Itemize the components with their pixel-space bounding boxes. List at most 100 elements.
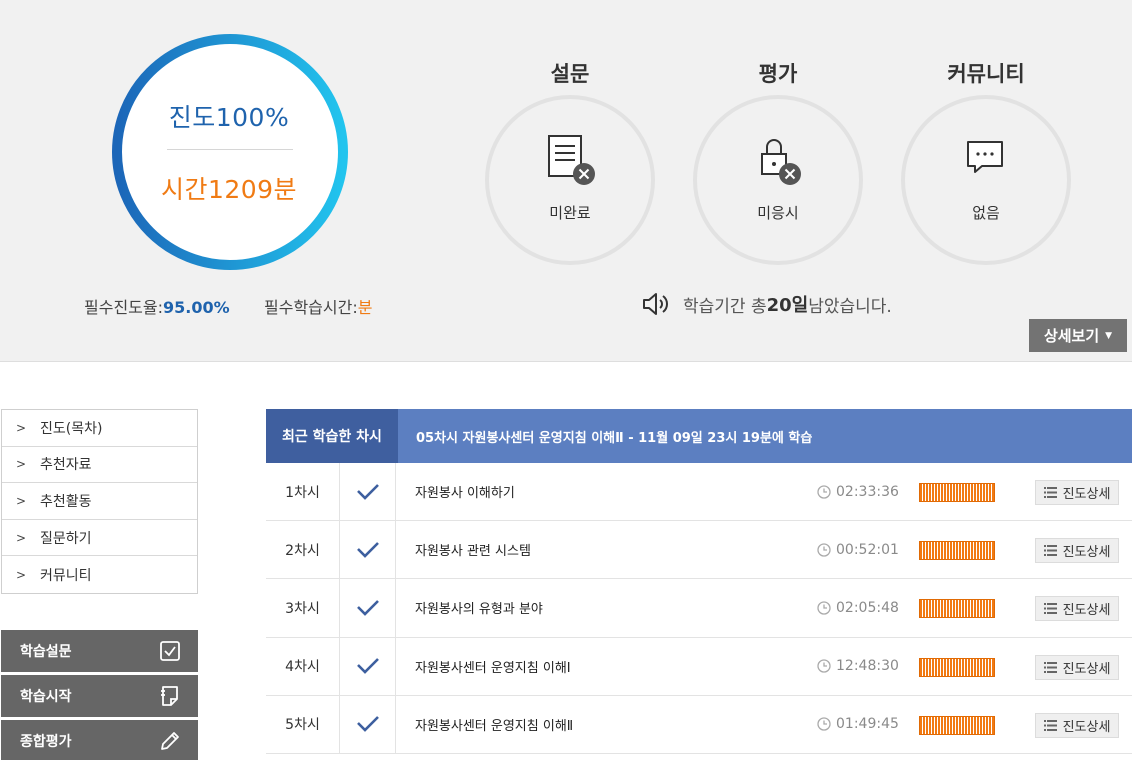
chevron-right-icon: > [16,530,27,545]
lesson-time-value: 02:05:48 [836,599,899,616]
lesson-time-value: 02:33:36 [836,483,899,500]
lesson-progress-bar [919,599,995,619]
progress-detail-label: 진도상세 [1062,603,1111,619]
comprehensive-evaluation-label: 종합평가 [20,734,72,750]
list-icon [1043,661,1057,673]
lesson-title[interactable]: 자원봉사 관련 시스템 [415,521,531,578]
lesson-title[interactable]: 자원봉사 이해하기 [415,463,515,520]
lesson-time-value: 00:52:01 [836,541,899,558]
detail-view-button[interactable]: 상세보기 ▼ [1029,319,1127,352]
study-start-button[interactable]: 학습시작 [1,675,198,717]
side-menu-label: 추천자료 [40,457,92,474]
recent-lesson-bar: 최근 학습한 차시 05차시 자원봉사센터 운영지침 이해Ⅱ - 11월 09일… [266,409,1132,463]
period-days: 20일 [766,295,809,316]
lesson-time: 00:52:01 [817,521,899,578]
completed-check-icon [340,463,396,521]
period-prefix: 학습기간 총 [683,296,767,317]
survey-title: 설문 [550,62,590,86]
required-progress-label: 필수진도율: [84,298,163,317]
completed-check-icon [340,637,396,695]
lesson-number: 4차시 [266,637,340,695]
side-menu-label: 추천활동 [40,493,92,510]
survey-icon [548,135,595,185]
evaluation-status-label: 미응시 [757,204,799,222]
lesson-time: 01:49:45 [817,696,899,753]
clock-icon [817,659,831,673]
note-icon [161,686,178,706]
comprehensive-evaluation-button[interactable]: 종합평가 [1,720,198,760]
evaluation-title: 평가 [758,62,798,86]
community-status-label: 없음 [972,204,1000,222]
side-menu-label: 커뮤니티 [40,567,92,584]
required-progress: 필수진도율:95.00% [84,294,230,318]
progress-detail-button[interactable]: 진도상세 [1035,596,1119,622]
lesson-time: 02:05:48 [817,579,899,636]
progress-detail-label: 진도상세 [1062,545,1111,561]
list-icon [1043,487,1057,498]
detail-view-label: 상세보기 [1043,327,1100,345]
lesson-row: 2차시 자원봉사 관련 시스템 00:52:01 진도상세 [266,521,1132,580]
caret-down-icon: ▼ [1105,330,1113,341]
side-menu: > 진도(목차) > 추천자료 > 추천활동 > 질문하기 > 커뮤니티 [1,409,198,594]
lesson-progress-bar [919,483,995,502]
pencil-icon [161,732,179,750]
side-menu-item-recommended-materials[interactable]: > 추천자료 [2,447,197,484]
lesson-title[interactable]: 자원봉사센터 운영지침 이해Ⅰ [415,638,571,695]
progress-detail-button[interactable]: 진도상세 [1035,480,1119,505]
study-survey-button[interactable]: 학습설문 [1,630,198,672]
lesson-progress-bar [919,657,995,677]
required-time-value: 분 [357,298,373,317]
ring-divider [167,149,293,150]
side-menu-label: 질문하기 [40,530,92,547]
study-start-label: 학습시작 [20,689,72,705]
lesson-time-value: 12:48:30 [836,658,899,675]
speaker-icon [643,293,668,315]
lesson-row: 5차시 자원봉사센터 운영지침 이해Ⅱ 01:49:45 진도상세 [266,695,1132,754]
lesson-row: 1차시 자원봉사 이해하기 02:33:36 진도상세 [266,463,1132,522]
required-progress-value: 95.00% [163,298,230,317]
chevron-right-icon: > [16,457,27,472]
lesson-row: 3차시 자원봉사의 유형과 분야 02:05:48 진도상세 [266,579,1132,638]
lesson-progress-bar [919,541,995,561]
progress-detail-label: 진도상세 [1062,661,1111,677]
lesson-progress-bar [919,715,995,735]
lesson-time-value: 01:49:45 [836,716,899,733]
time-text: 시간1209분 [160,175,298,204]
side-menu-item-progress[interactable]: > 진도(목차) [2,410,197,447]
list-icon [1043,603,1057,615]
lesson-time: 12:48:30 [817,638,899,695]
side-menu-item-recommended-activities[interactable]: > 추천활동 [2,483,197,520]
clock-icon [817,484,831,499]
side-menu-label: 진도(목차) [40,420,103,437]
progress-detail-button[interactable]: 진도상세 [1035,654,1119,680]
checkbox-icon [160,641,180,661]
study-period: 학습기간 총 20일 남았습니다. [641,290,892,318]
list-icon [1043,719,1057,731]
lesson-number: 5차시 [266,695,340,753]
clock-icon [817,543,831,557]
lesson-number: 2차시 [266,521,340,579]
recent-lesson-link[interactable]: 05차시 자원봉사센터 운영지침 이해Ⅱ - 11월 09일 23시 19분에 … [398,409,812,463]
completed-check-icon [340,695,396,753]
lesson-title[interactable]: 자원봉사센터 운영지침 이해Ⅱ [415,696,573,753]
chevron-right-icon: > [16,493,27,508]
lesson-number: 3차시 [266,579,340,637]
lesson-number: 1차시 [266,463,340,521]
completed-check-icon [340,521,396,579]
clock-icon [817,601,831,615]
recent-lesson-label: 최근 학습한 차시 [266,409,398,463]
lesson-title[interactable]: 자원봉사의 유형과 분야 [415,579,543,636]
side-menu-item-questions[interactable]: > 질문하기 [2,520,197,557]
progress-detail-button[interactable]: 진도상세 [1035,538,1119,564]
progress-detail-label: 진도상세 [1062,487,1111,502]
side-menu-item-community[interactable]: > 커뮤니티 [2,556,197,593]
progress-ring [112,34,348,270]
lesson-time: 02:33:36 [817,463,899,520]
survey-status-label: 미완료 [549,204,591,222]
community-title: 커뮤니티 [947,62,1025,86]
progress-detail-button[interactable]: 진도상세 [1035,712,1119,738]
lesson-list: 1차시 자원봉사 이해하기 02:33:36 진도상세 2차시 자원봉사 관련 … [266,463,1132,754]
required-time: 필수학습시간:분 [264,294,372,318]
chat-icon [967,141,1003,173]
required-time-label: 필수학습시간: [264,298,358,317]
